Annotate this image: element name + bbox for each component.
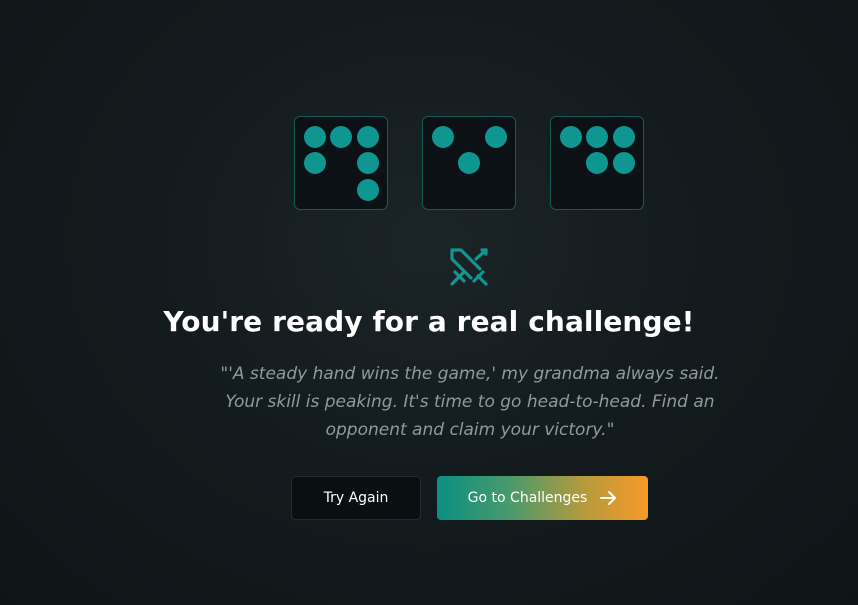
motivational-quote: "'A steady hand wins the game,' my grand…: [220, 364, 720, 440]
die-five: [550, 116, 644, 210]
die-three: [422, 116, 516, 210]
dice-row: [294, 116, 646, 212]
crossed-swords-icon: [450, 248, 488, 286]
die-six-pips: [304, 126, 379, 201]
try-again-label: Try Again: [323, 490, 389, 506]
go-to-challenges-label: Go to Challenges: [467, 490, 588, 506]
try-again-button[interactable]: Try Again: [291, 476, 421, 520]
die-six: [294, 116, 388, 210]
die-three-pips: [432, 126, 507, 174]
die-five-pips: [560, 126, 635, 174]
page-title: You're ready for a real challenge!: [163, 305, 695, 338]
go-to-challenges-button[interactable]: Go to Challenges: [437, 476, 648, 520]
arrow-right-icon: [600, 491, 617, 505]
